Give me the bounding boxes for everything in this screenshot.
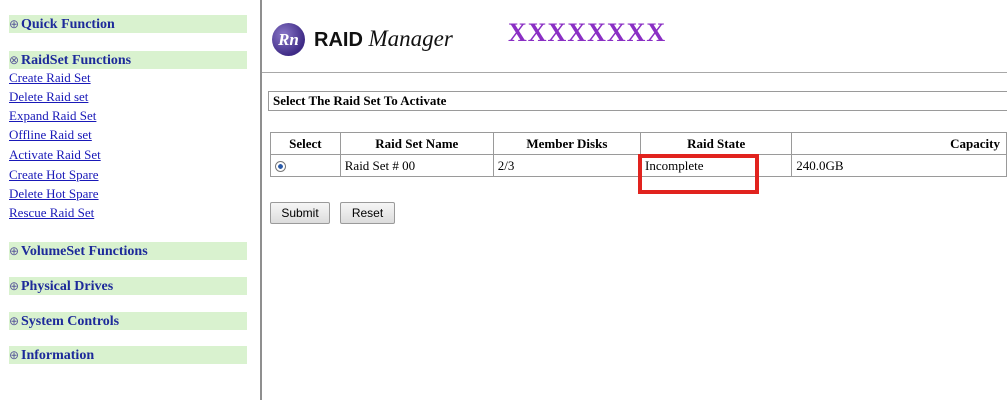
reset-button[interactable]: Reset xyxy=(340,202,395,224)
expand-icon[interactable]: ⊕ xyxy=(9,242,20,260)
section-label: System Controls xyxy=(21,314,120,329)
raid-set-name-cell: Raid Set # 00 xyxy=(339,154,494,177)
column-capacity: Capacity xyxy=(791,132,1007,155)
section-system-controls[interactable]: ⊕ System Controls xyxy=(9,312,247,330)
expand-icon[interactable]: ⊕ xyxy=(9,277,20,295)
column-raid-set-name: Raid Set Name xyxy=(339,132,494,155)
collapse-icon[interactable]: ⊗ xyxy=(9,51,20,69)
submit-button[interactable]: Submit xyxy=(270,202,330,224)
page-title: Select The Raid Set To Activate xyxy=(268,91,1007,111)
column-member-disks: Member Disks xyxy=(492,132,642,155)
link-activate-raid-set[interactable]: Activate Raid Set xyxy=(9,147,101,163)
capacity-cell: 240.0GB xyxy=(791,154,1007,177)
highlight-box xyxy=(638,154,759,194)
model-name: XXXXXXXX xyxy=(508,18,667,47)
link-create-raid-set[interactable]: Create Raid Set xyxy=(9,70,91,86)
logo-manager: Manager xyxy=(368,26,453,51)
raid-set-radio[interactable] xyxy=(275,161,286,173)
link-create-hot-spare[interactable]: Create Hot Spare xyxy=(9,167,99,183)
member-disks-cell: 2/3 xyxy=(492,154,642,177)
column-select: Select xyxy=(270,132,341,155)
link-offline-raid-set[interactable]: Offline Raid set xyxy=(9,127,92,143)
section-label: RaidSet Functions xyxy=(21,53,132,68)
section-label: Quick Function xyxy=(21,17,115,32)
section-raidset-functions[interactable]: ⊗ RaidSet Functions xyxy=(9,51,247,69)
column-raid-state: Raid State xyxy=(640,132,793,155)
expand-icon[interactable]: ⊕ xyxy=(9,312,20,330)
link-delete-hot-spare[interactable]: Delete Hot Spare xyxy=(9,186,99,202)
app-logo-text: RAID Manager xyxy=(314,26,453,52)
select-cell xyxy=(270,154,341,177)
link-delete-raid-set[interactable]: Delete Raid set xyxy=(9,89,88,105)
section-information[interactable]: ⊕ Information xyxy=(9,346,247,364)
raid-logo-icon: Rn xyxy=(272,23,305,56)
table-header-row: Select Raid Set Name Member Disks Raid S… xyxy=(270,132,1007,155)
section-label: Physical Drives xyxy=(21,279,114,294)
expand-icon[interactable]: ⊕ xyxy=(9,15,20,33)
link-expand-raid-set[interactable]: Expand Raid Set xyxy=(9,108,96,124)
section-label: Information xyxy=(21,348,95,363)
logo-raid: RAID xyxy=(314,29,363,51)
section-physical-drives[interactable]: ⊕ Physical Drives xyxy=(9,277,247,295)
expand-icon[interactable]: ⊕ xyxy=(9,346,20,364)
section-quick-function[interactable]: ⊕ Quick Function xyxy=(9,15,247,33)
link-rescue-raid-set[interactable]: Rescue Raid Set xyxy=(9,205,94,221)
header: Rn RAID Manager XXXXXXXX xyxy=(262,0,1007,73)
section-label: VolumeSet Functions xyxy=(21,244,148,259)
main-panel: Rn RAID Manager XXXXXXXX Select The Raid… xyxy=(262,0,1007,400)
section-volumeset-functions[interactable]: ⊕ VolumeSet Functions xyxy=(9,242,247,260)
sidebar: ⊕ Quick Function ⊗ RaidSet Functions Creat… xyxy=(0,0,262,400)
